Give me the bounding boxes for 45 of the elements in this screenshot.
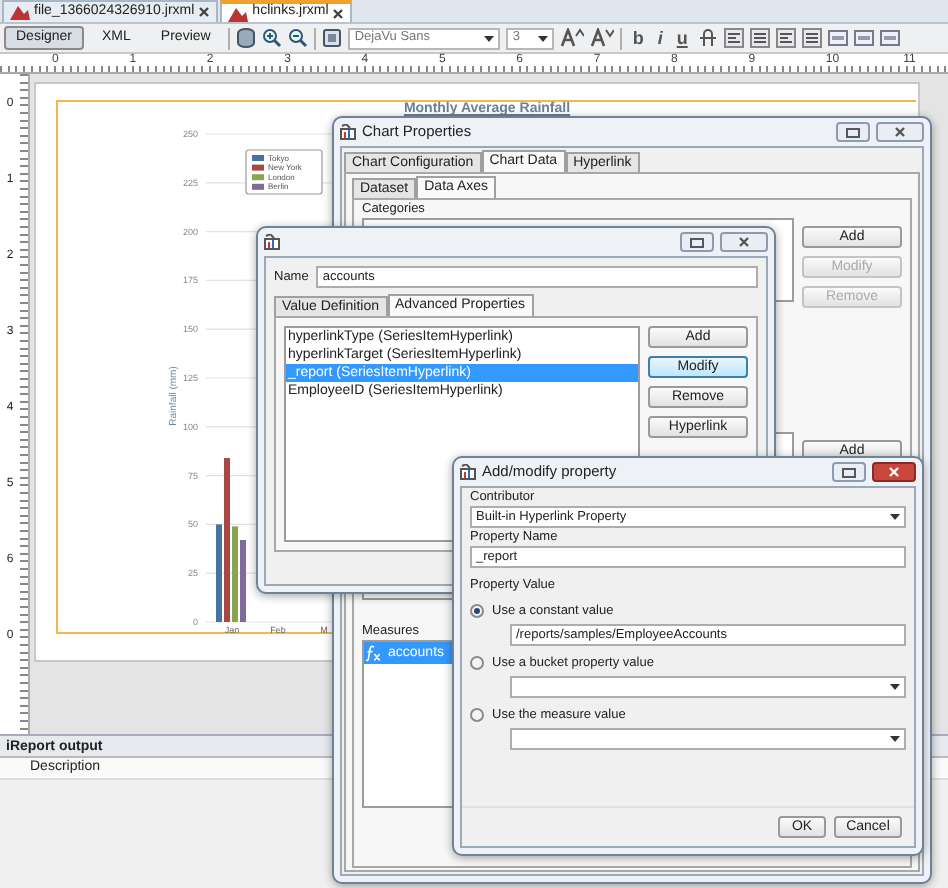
page-icon[interactable]: [322, 28, 343, 48]
chart-icon: [264, 234, 280, 250]
close-icon[interactable]: [198, 6, 211, 18]
close-button[interactable]: [872, 462, 916, 482]
style-button[interactable]: u: [672, 28, 692, 48]
radio-button[interactable]: [470, 656, 484, 670]
legend-swatch: [252, 164, 264, 171]
box-icon[interactable]: [853, 28, 874, 48]
restore-button[interactable]: [836, 122, 870, 142]
align-icon[interactable]: [749, 28, 770, 48]
close-button[interactable]: [876, 122, 924, 142]
radio-button[interactable]: [470, 604, 484, 618]
chart-icon: [340, 124, 356, 140]
font-shrink-icon[interactable]: [590, 28, 615, 48]
caret-icon[interactable]: [538, 35, 549, 41]
caret-icon[interactable]: [890, 684, 900, 690]
chart-icon: [460, 464, 476, 480]
window-icon: [690, 237, 704, 247]
strikethrough-icon[interactable]: [697, 28, 718, 48]
caret-icon[interactable]: [484, 35, 495, 41]
radio-button[interactable]: [470, 708, 484, 722]
restore-button[interactable]: [680, 232, 714, 252]
style-button[interactable]: i: [653, 28, 667, 48]
window-icon: [842, 467, 856, 477]
close-icon[interactable]: [332, 7, 345, 19]
close-icon: [894, 126, 906, 138]
database-icon[interactable]: [236, 28, 257, 48]
align-icon[interactable]: [775, 28, 796, 48]
caret-icon[interactable]: [890, 514, 900, 520]
align-icon[interactable]: [723, 28, 744, 48]
style-button[interactable]: b: [628, 28, 648, 48]
zoom-out-icon[interactable]: [288, 28, 309, 48]
zoom-in-icon[interactable]: [262, 28, 283, 48]
box-icon[interactable]: [827, 28, 848, 48]
document-icon: [10, 4, 30, 20]
font-grow-icon[interactable]: [560, 28, 585, 48]
close-icon: [888, 466, 900, 478]
align-icon[interactable]: [801, 28, 822, 48]
legend-swatch: [252, 155, 264, 161]
legend-background: [245, 149, 323, 195]
restore-button[interactable]: [832, 462, 866, 482]
window-icon: [846, 127, 860, 137]
close-icon: [738, 236, 750, 248]
box-icon[interactable]: [879, 28, 900, 48]
close-button[interactable]: [720, 232, 768, 252]
